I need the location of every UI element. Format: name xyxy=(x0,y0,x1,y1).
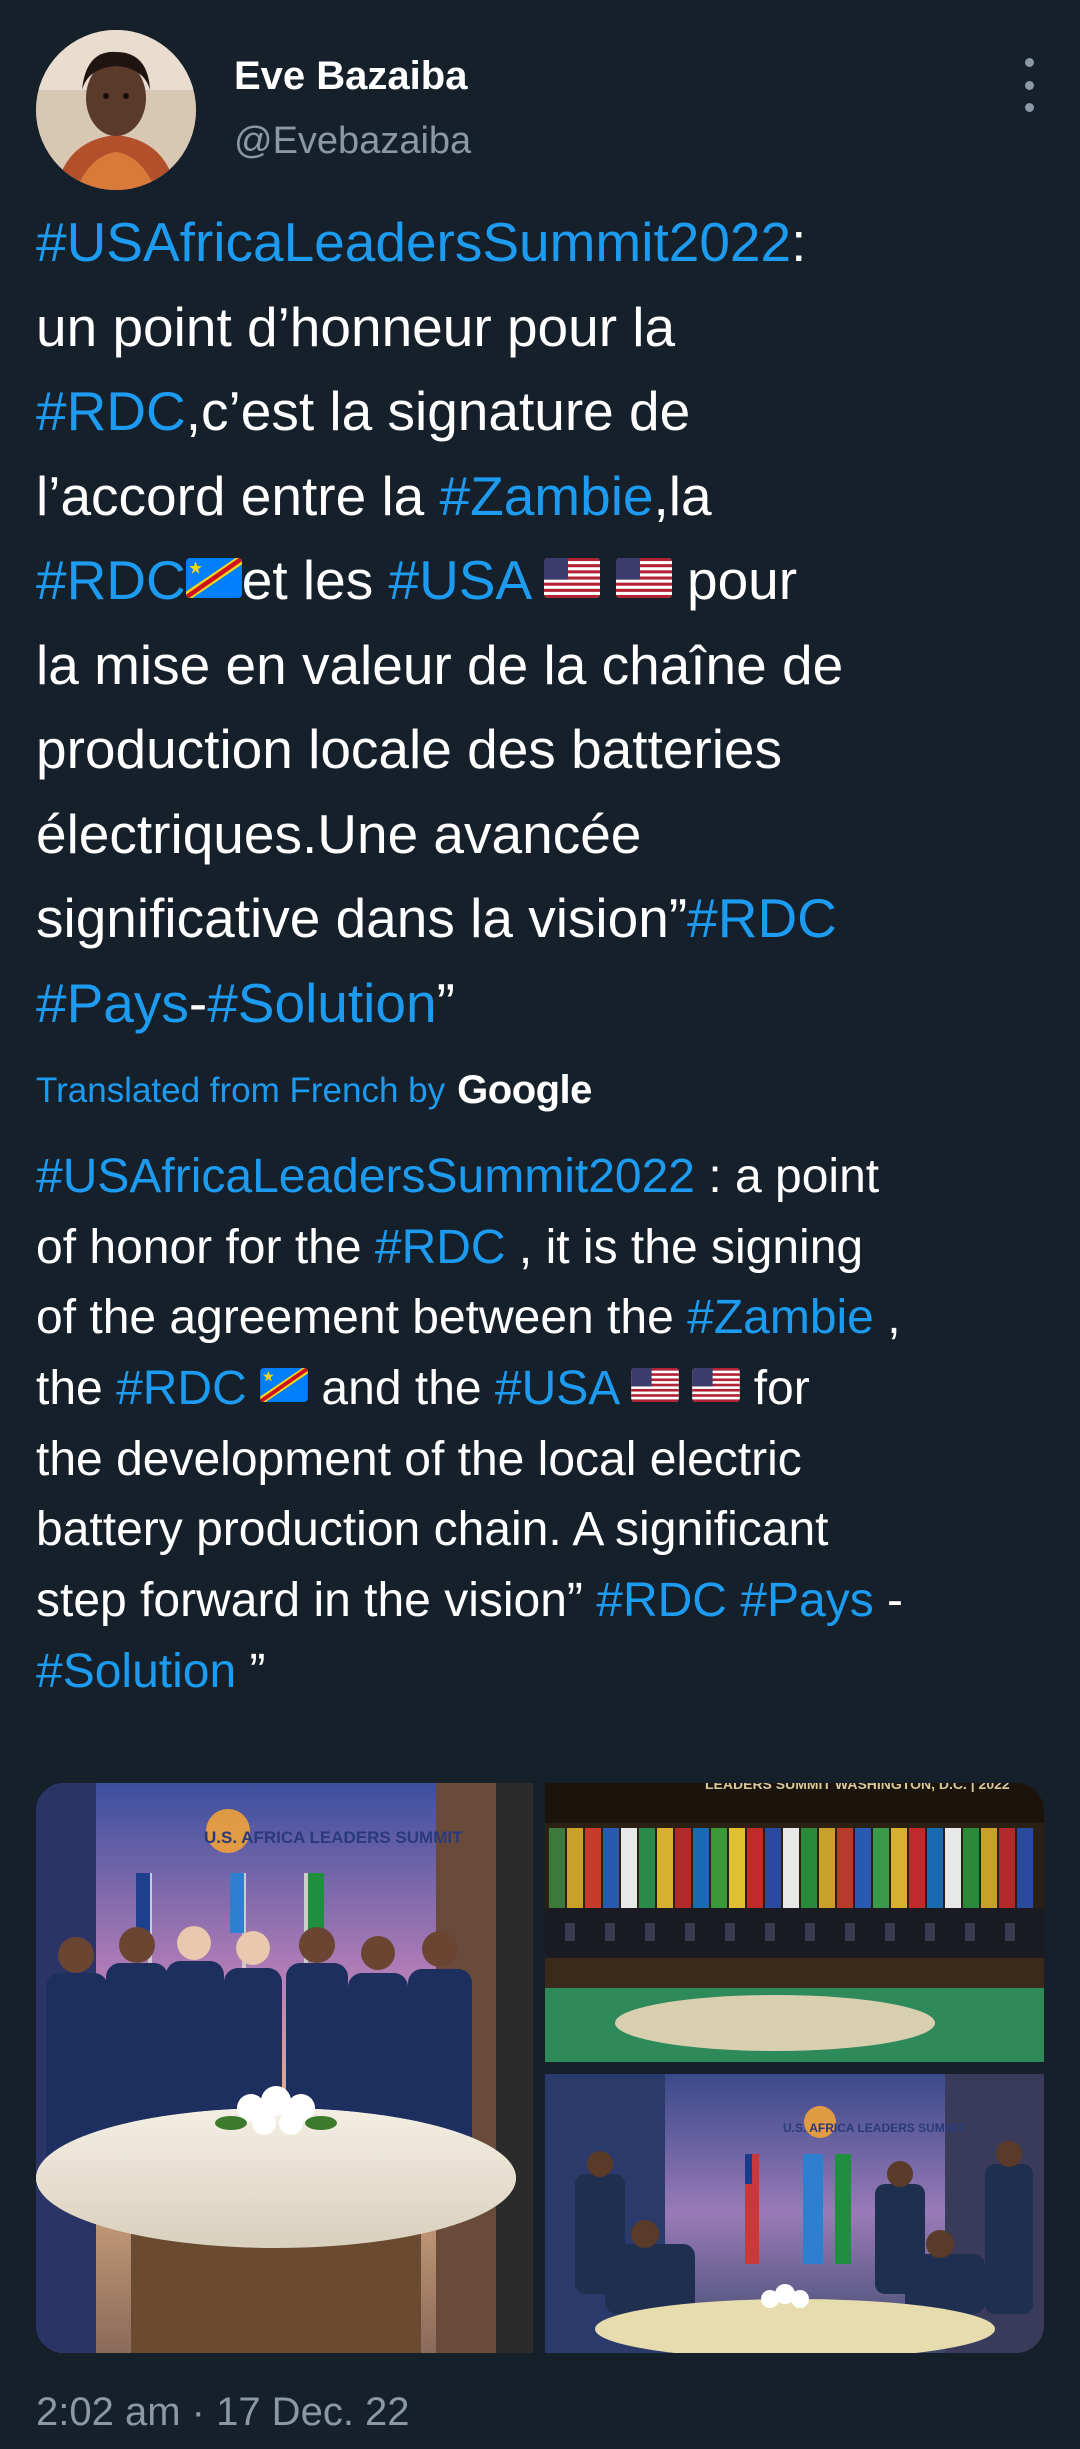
hashtag-link[interactable]: #Solution xyxy=(207,972,436,1034)
text-segment: pour xyxy=(671,549,798,611)
hashtag-link[interactable]: #USA xyxy=(389,549,530,611)
text-segment: , it is the signing xyxy=(505,1220,864,1274)
text-segment: significative dans la vision” xyxy=(36,887,688,949)
text-segment: battery production chain. A significant xyxy=(36,1503,829,1557)
text-line: #Pays-#Solution” xyxy=(36,961,1046,1046)
us-flag-icon xyxy=(544,558,601,599)
text-line: #USAfricaLeadersSummit2022: xyxy=(36,200,1046,285)
text-segment: un point d’honneur pour la xyxy=(36,295,676,358)
text-segment: ” xyxy=(236,1644,266,1698)
text-line: the development of the local electric xyxy=(36,1425,1046,1496)
text-line: #Solution ” xyxy=(36,1637,1046,1708)
photo-signing[interactable]: U.S. AFRICA LEADERS SUMMIT xyxy=(545,2074,1044,2353)
drc-flag-icon xyxy=(260,1368,308,1403)
hashtag-link[interactable]: #Pays xyxy=(740,1574,873,1627)
text-segment: the xyxy=(36,1362,117,1416)
text-segment: l’accord entre la xyxy=(36,464,440,527)
text-line: un point d’honneur pour la xyxy=(36,285,1046,370)
text-segment: and the xyxy=(308,1362,495,1416)
avatar[interactable] xyxy=(36,30,196,190)
media-grid: U.S. AFRICA LEADERS SUMMIT LEADERS SUMMI… xyxy=(36,1783,1044,2353)
text-segment: , xyxy=(873,1291,901,1345)
signing-banner-text: U.S. AFRICA LEADERS SUMMIT xyxy=(783,2121,966,2135)
hashtag-link[interactable]: #RDC xyxy=(116,1362,247,1415)
text-segment: - xyxy=(188,971,208,1034)
summit-banner-text: U.S. AFRICA LEADERS SUMMIT xyxy=(204,1828,463,1847)
hall-banner-text: LEADERS SUMMIT WASHINGTON, D.C. | 2022 xyxy=(705,1783,1010,1792)
text-line: significative dans la vision”#RDC xyxy=(36,876,1046,961)
hashtag-link[interactable]: #RDC xyxy=(687,887,837,949)
text-segment: the development of the local electric xyxy=(36,1432,802,1486)
google-logo: Google xyxy=(457,1068,592,1112)
translation-attribution[interactable]: Translated from French by Google xyxy=(36,1068,592,1113)
us-flag-icon xyxy=(615,558,672,599)
text-segment: ,la xyxy=(653,464,712,527)
text-line: of the agreement between the #Zambie , xyxy=(36,1283,1046,1354)
author-handle[interactable]: @Evebazaiba xyxy=(234,120,471,163)
hashtag-link[interactable]: #RDC xyxy=(36,549,186,611)
text-line: the #RDC and the #USA for xyxy=(36,1354,1046,1425)
photo-leaders-group[interactable]: U.S. AFRICA LEADERS SUMMIT xyxy=(36,1783,533,2353)
text-line: électriques.Une avancée xyxy=(36,792,1046,877)
text-segment xyxy=(727,1574,740,1627)
photo-summit-hall[interactable]: LEADERS SUMMIT WASHINGTON, D.C. | 2022 xyxy=(545,1783,1044,2062)
text-line: of honor for the #RDC , it is the signin… xyxy=(36,1213,1046,1284)
hashtag-link[interactable]: #Zambie xyxy=(440,465,654,527)
text-line: battery production chain. A significant xyxy=(36,1495,1046,1566)
hashtag-link[interactable]: #RDC xyxy=(375,1221,506,1274)
hashtag-link[interactable]: #USAfricaLeadersSummit2022 xyxy=(36,211,791,273)
hashtag-link[interactable]: #Solution xyxy=(36,1645,236,1698)
more-options-icon[interactable] xyxy=(1014,58,1044,112)
text-line: l’accord entre la #Zambie,la xyxy=(36,454,1046,539)
translated-text: #USAfricaLeadersSummit2022 : a point of h… xyxy=(36,1142,1046,1708)
hashtag-link[interactable]: #RDC xyxy=(596,1574,727,1627)
text-segment xyxy=(618,1362,631,1415)
text-segment: la mise en valeur de la chaîne de xyxy=(36,633,844,696)
text-segment: production locale des batteries xyxy=(36,718,783,780)
text-segment: of honor for the xyxy=(36,1220,375,1274)
text-segment xyxy=(679,1362,692,1415)
hashtag-link[interactable]: #USA xyxy=(495,1362,618,1415)
tweet-header: Eve Bazaiba @Evebazaiba xyxy=(36,30,1044,190)
text-segment: ” xyxy=(436,971,455,1034)
text-segment: : xyxy=(791,211,807,273)
tweet-timestamp[interactable]: 2:02 am · 17 Dec. 22 xyxy=(36,2390,410,2435)
text-segment: step forward in the vision” xyxy=(36,1574,597,1628)
author-name[interactable]: Eve Bazaiba xyxy=(234,54,467,99)
text-segment: et les xyxy=(241,549,389,611)
hashtag-link[interactable]: #Pays xyxy=(36,972,189,1034)
text-segment xyxy=(529,549,544,611)
text-line: la mise en valeur de la chaîne de xyxy=(36,623,1046,708)
text-segment xyxy=(600,549,615,611)
text-segment: of the agreement between the xyxy=(36,1291,688,1345)
text-segment: : a point xyxy=(695,1150,880,1203)
drc-flag-icon xyxy=(185,558,242,599)
hashtag-link[interactable]: #Zambie xyxy=(687,1291,874,1344)
us-flag-icon xyxy=(631,1368,679,1403)
text-segment: ,c’est la signature de xyxy=(185,380,691,442)
text-line: step forward in the vision” #RDC #Pays - xyxy=(36,1566,1046,1637)
hashtag-link[interactable]: #USAfricaLeadersSummit2022 xyxy=(36,1150,695,1203)
text-line: #USAfricaLeadersSummit2022 : a point xyxy=(36,1142,1046,1213)
text-line: #RDC et les #USA pour xyxy=(36,538,1046,623)
text-line: production locale des batteries xyxy=(36,707,1046,792)
tweet-text: #USAfricaLeadersSummit2022: un point d’ho… xyxy=(36,200,1046,1045)
translated-label: Translated from French by xyxy=(36,1070,446,1110)
hashtag-link[interactable]: #RDC xyxy=(36,380,186,442)
text-segment: - xyxy=(873,1574,904,1628)
text-line: #RDC,c’est la signature de xyxy=(36,369,1046,454)
text-segment: for xyxy=(740,1362,810,1416)
text-segment xyxy=(247,1362,260,1415)
text-segment: électriques.Une avancée xyxy=(36,802,642,865)
us-flag-icon xyxy=(692,1368,741,1403)
